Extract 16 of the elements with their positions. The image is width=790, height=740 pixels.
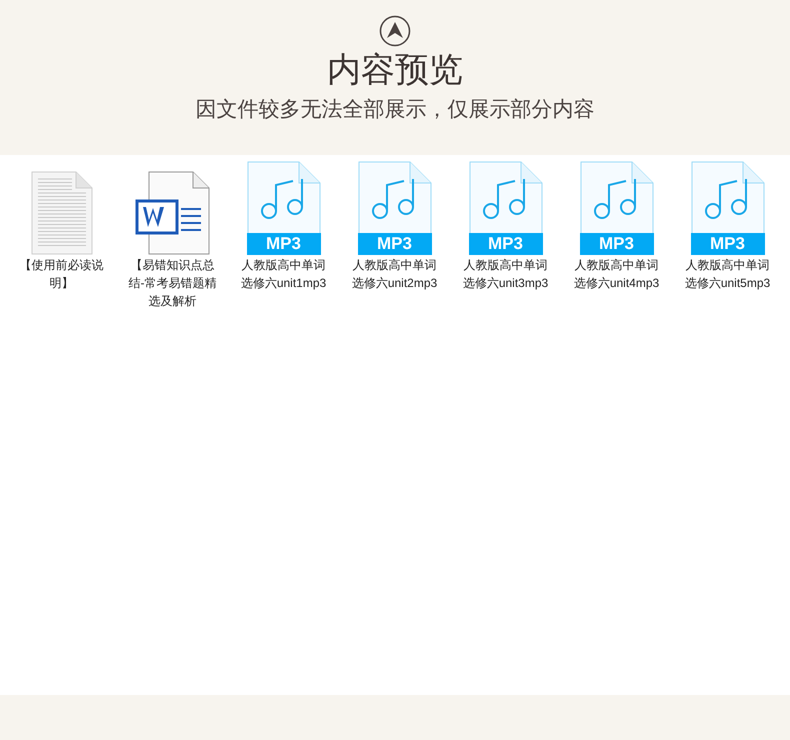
file-name: 人教版高中单词选修六unit4mp3 <box>572 257 660 292</box>
file-name: 人教版高中单词选修六unit1mp3 <box>240 257 328 292</box>
page-title: 内容预览 <box>327 50 463 91</box>
file-name: 人教版高中单词选修六unit3mp3 <box>462 257 550 292</box>
file-name: 人教版高中单词选修六unit2mp3 <box>350 257 438 292</box>
file-type-label: MP3 <box>690 233 764 255</box>
document-icon <box>30 171 94 255</box>
page-subtitle: 因文件较多无法全部展示，仅展示部分内容 <box>196 97 594 123</box>
word-document-icon <box>134 171 210 255</box>
file-name: 人教版高中单词选修六unit5mp3 <box>684 257 772 292</box>
file-type-label: MP3 <box>580 233 654 255</box>
file-type-label: MP3 <box>468 233 542 255</box>
file-type-label: MP3 <box>246 233 320 255</box>
file-name: 【使用前必读说明】 <box>18 257 104 292</box>
file-name: 【易错知识点总结-常考易错题精选及解析 <box>128 257 218 310</box>
file-type-label: MP3 <box>358 233 432 255</box>
